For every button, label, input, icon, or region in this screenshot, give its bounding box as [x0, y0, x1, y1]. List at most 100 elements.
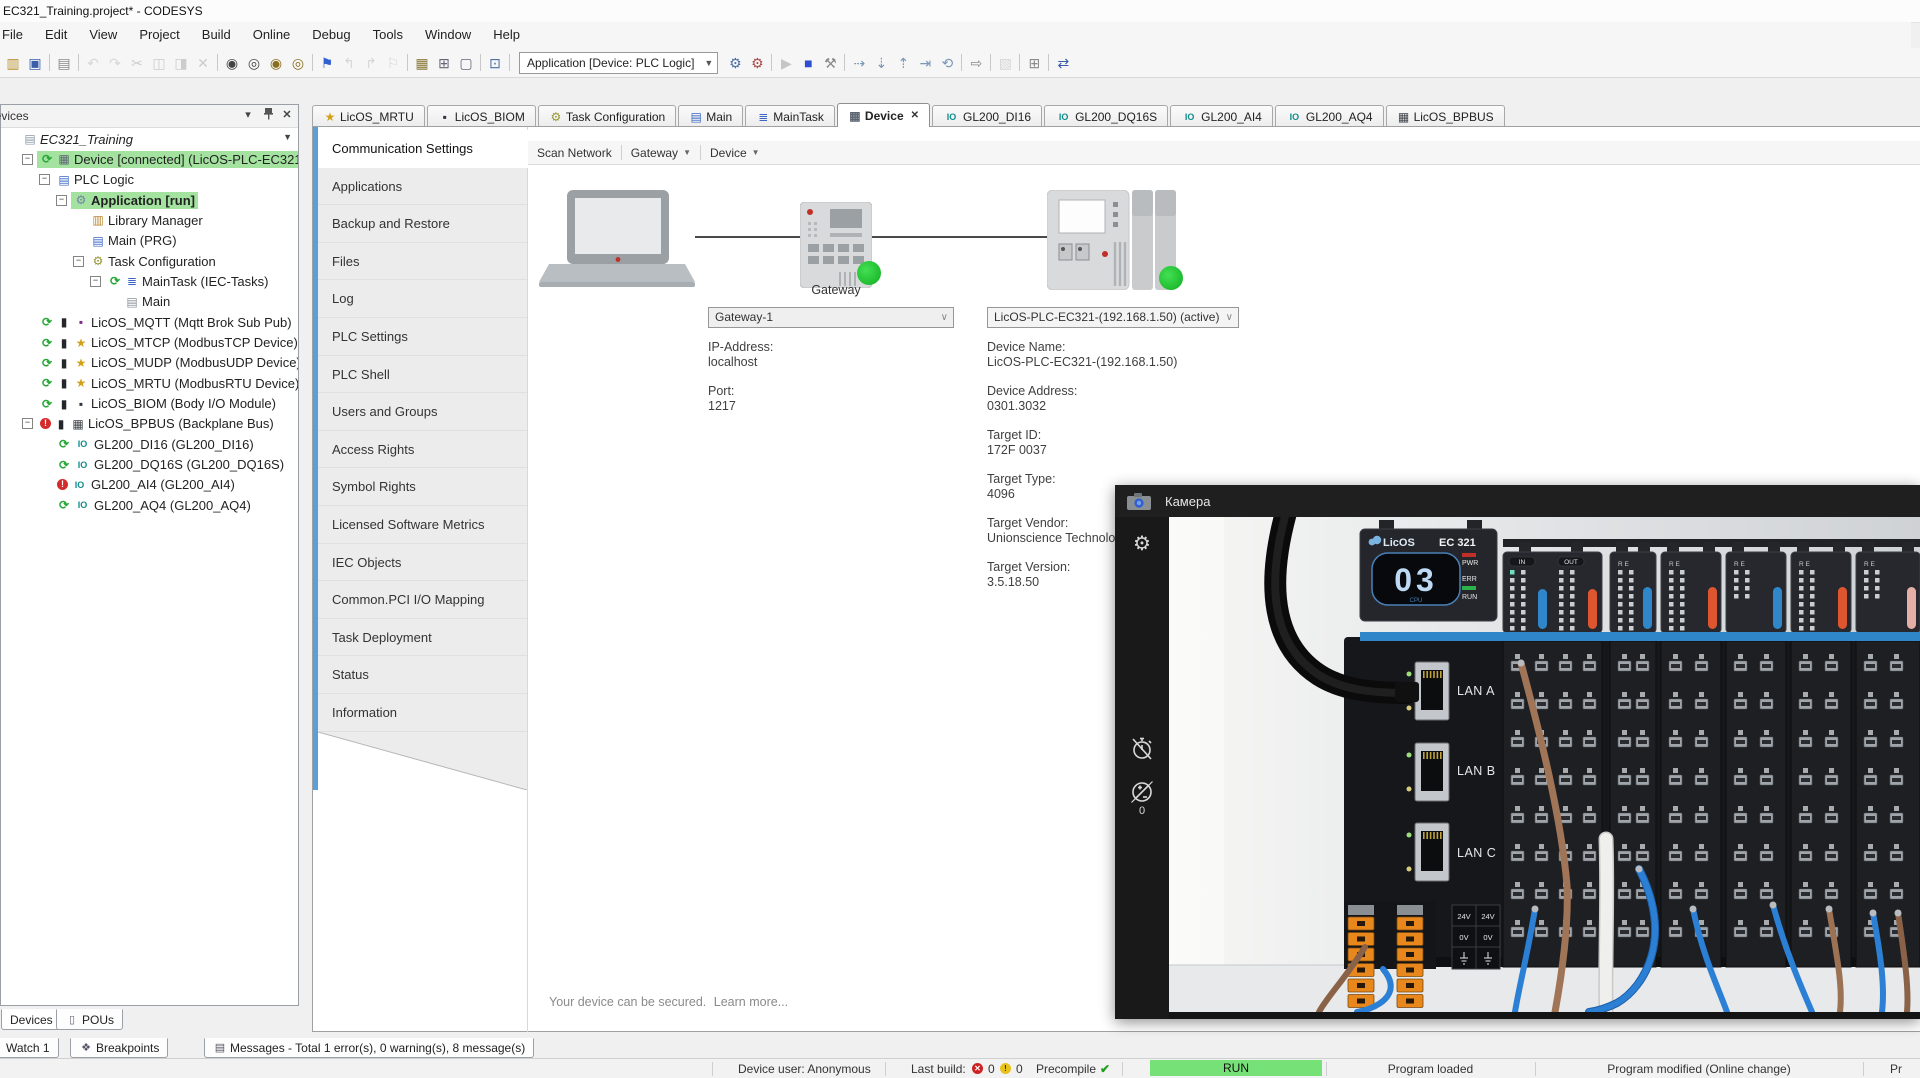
tree-item-main[interactable]: ▤ Main	[1, 292, 298, 312]
open-icon[interactable]: ▥	[2, 51, 24, 75]
page-status[interactable]: Status	[318, 656, 527, 694]
stop-icon[interactable]: ■	[797, 51, 819, 75]
tree-item-main-prg[interactable]: ▤ Main (PRG)	[1, 231, 298, 251]
menu-build[interactable]: Build	[191, 22, 242, 48]
tab-messages[interactable]: ▤ Messages - Total 1 error(s), 0 warning…	[204, 1038, 535, 1058]
tree-item-gl200-di16-gl200-di16[interactable]: ⟳ IO GL200_DI16 (GL200_DI16)	[1, 434, 298, 454]
menu-file[interactable]: File	[0, 22, 34, 48]
tree-item-device-connected-licos-plc-ec321[interactable]: − ⟳ ▦ Device [connected] (LicOS-PLC-EC321)	[1, 149, 298, 169]
redo-icon[interactable]: ↷	[104, 51, 126, 75]
expander-icon[interactable]: −	[73, 255, 84, 267]
tab-device[interactable]: ▦ Device ✕	[836, 103, 931, 127]
step-into-icon[interactable]: ⇣	[870, 51, 892, 75]
page-common-pci-i-o-mapping[interactable]: Common.PCI I/O Mapping	[318, 581, 527, 619]
toggle-bookmark-icon[interactable]: ⚑	[316, 51, 338, 75]
tree-item-gl200-dq16s-gl200-dq16s[interactable]: ⟳ IO GL200_DQ16S (GL200_DQ16S)	[1, 455, 298, 475]
exposure-compensation-icon[interactable]	[1115, 779, 1169, 808]
online-logout-icon[interactable]: ⚙	[746, 51, 768, 75]
print-icon[interactable]: ▤	[53, 51, 75, 75]
menu-project[interactable]: Project	[128, 22, 190, 48]
paste-icon[interactable]: ◨	[170, 51, 192, 75]
tab-task-configuration[interactable]: ⚙ Task Configuration	[537, 105, 677, 127]
cut-icon[interactable]: ✂	[126, 51, 148, 75]
timer-off-icon[interactable]	[1115, 735, 1169, 764]
tab-gl200-di16[interactable]: IO GL200_DI16	[932, 105, 1043, 127]
device-select[interactable]: LicOS-PLC-EC321-(192.168.1.50) (active) …	[987, 307, 1239, 328]
online-config-icon[interactable]: ⚒	[819, 51, 841, 75]
tree-item-application-run[interactable]: − ⚙ Application [run]	[1, 190, 298, 210]
tab-gl200-dq16s[interactable]: IO GL200_DQ16S	[1044, 105, 1169, 127]
find-icon[interactable]: ◉	[221, 51, 243, 75]
tree-item-plc-logic[interactable]: − ▤ PLC Logic	[1, 170, 298, 190]
tree-item-licos-mtcp-modbustcp-device[interactable]: ⟳ ▮ ★ LicOS_MTCP (ModbusTCP Device)	[1, 333, 298, 353]
run-to-cursor-icon[interactable]: ⇥	[914, 51, 936, 75]
scan-network-button[interactable]: Scan Network	[528, 141, 621, 164]
project-dropdown-icon[interactable]: ▼	[283, 132, 292, 142]
tab-pous[interactable]: ▯ POUs	[56, 1009, 124, 1030]
expander-icon[interactable]: −	[90, 275, 101, 287]
menu-online[interactable]: Online	[242, 22, 302, 48]
page-plc-settings[interactable]: PLC Settings	[318, 317, 527, 356]
page-access-rights[interactable]: Access Rights	[318, 430, 527, 469]
tree-item-library-manager[interactable]: ▥ Library Manager	[1, 210, 298, 230]
learn-more-link[interactable]: Learn more...	[714, 995, 788, 1009]
menu-view[interactable]: View	[78, 22, 128, 48]
new-object-icon[interactable]: ▢	[455, 51, 477, 75]
compile-icon[interactable]: ▦	[411, 51, 433, 75]
online-login-icon[interactable]: ⚙	[724, 51, 746, 75]
tree-item-gl200-ai4-gl200-ai4[interactable]: ! IO GL200_AI4 (GL200_AI4)	[1, 475, 298, 495]
expander-icon[interactable]: −	[22, 153, 33, 165]
tree-item-ec321-training[interactable]: ▤ EC321_Training	[1, 129, 298, 149]
tree-item-licos-mrtu-modbusrtu-device[interactable]: ⟳ ▮ ★ LicOS_MRTU (ModbusRTU Device)	[1, 373, 298, 393]
page-communication-settings[interactable]: Communication Settings	[318, 130, 528, 168]
page-task-deployment[interactable]: Task Deployment	[318, 618, 527, 657]
next-bookmark-icon[interactable]: ↱	[360, 51, 382, 75]
tree-item-task-configuration[interactable]: − ⚙ Task Configuration	[1, 251, 298, 271]
copy-icon[interactable]: ◫	[148, 51, 170, 75]
clear-bookmarks-icon[interactable]: ⚐	[382, 51, 404, 75]
gateway-menu-button[interactable]: Gateway ▼	[622, 141, 700, 164]
expander-icon[interactable]: −	[56, 194, 67, 206]
tab-watch-1[interactable]: Watch 1	[0, 1038, 59, 1058]
camera-titlebar[interactable]: Камера	[1115, 485, 1920, 517]
menu-window[interactable]: Window	[414, 22, 482, 48]
settings-gear-icon[interactable]: ⚙	[1115, 531, 1169, 556]
replace-icon[interactable]: ◎	[243, 51, 265, 75]
menu-help[interactable]: Help	[482, 22, 531, 48]
menu-debug[interactable]: Debug	[301, 22, 361, 48]
page-users-and-groups[interactable]: Users and Groups	[318, 393, 527, 431]
expander-icon[interactable]: −	[22, 418, 33, 430]
tab-gl200-aq4[interactable]: IO GL200_AQ4	[1274, 105, 1384, 127]
delete-icon[interactable]: ✕	[192, 51, 214, 75]
gateway-select[interactable]: Gateway-1 ∨	[708, 307, 954, 328]
tree-item-licos-mqtt-mqtt-brok-sub-pub[interactable]: ⟳ ▮ ▪ LicOS_MQTT (Mqtt Brok Sub Pub)	[1, 312, 298, 332]
tab-gl200-ai4[interactable]: IO GL200_AI4	[1170, 105, 1273, 127]
tab-maintask[interactable]: ≣ MainTask	[745, 105, 835, 127]
tree-item-gl200-aq4-gl200-aq4[interactable]: ⟳ IO GL200_AQ4 (GL200_AQ4)	[1, 495, 298, 515]
reset-icon[interactable]: ⟲	[936, 51, 958, 75]
expander-icon[interactable]: −	[39, 174, 50, 186]
tree-item-maintask-iec-tasks[interactable]: − ⟳ ≣ MainTask (IEC-Tasks)	[1, 271, 298, 291]
tree-item-licos-bpbus-backplane-bus[interactable]: −! ▮ ▦ LicOS_BPBUS (Backplane Bus)	[1, 414, 298, 434]
page-log[interactable]: Log	[318, 280, 527, 318]
tab-licos-bpbus[interactable]: ▦ LicOS_BPBUS	[1385, 105, 1505, 127]
menu-edit[interactable]: Edit	[34, 22, 78, 48]
find-in-project-icon[interactable]: ◉	[265, 51, 287, 75]
page-applications[interactable]: Applications	[318, 167, 527, 206]
save-icon[interactable]: ▣	[24, 51, 46, 75]
previous-bookmark-icon[interactable]: ↰	[338, 51, 360, 75]
undo-icon[interactable]: ↶	[82, 51, 104, 75]
replace-in-project-icon[interactable]: ◎	[287, 51, 309, 75]
active-application-selector[interactable]: Application [Device: PLC Logic] ▼	[519, 51, 719, 74]
cart-icon[interactable]: ⊞	[1023, 51, 1045, 75]
build-icon[interactable]: ⊡	[484, 51, 506, 75]
tree-item-licos-biom-body-i-o-module[interactable]: ⟳ ▮ ▪ LicOS_BIOM (Body I/O Module)	[1, 394, 298, 414]
flow-control-icon[interactable]: ▧	[994, 51, 1016, 75]
page-backup-and-restore[interactable]: Backup and Restore	[318, 205, 527, 243]
page-plc-shell[interactable]: PLC Shell	[318, 355, 527, 394]
close-icon[interactable]: ✕	[911, 110, 919, 121]
tab-licos-mrtu[interactable]: ★ LicOS_MRTU	[312, 105, 425, 127]
page-iec-objects[interactable]: IEC Objects	[318, 543, 527, 582]
page-files[interactable]: Files	[318, 242, 527, 281]
generate-code-icon[interactable]: ⊞	[433, 51, 455, 75]
